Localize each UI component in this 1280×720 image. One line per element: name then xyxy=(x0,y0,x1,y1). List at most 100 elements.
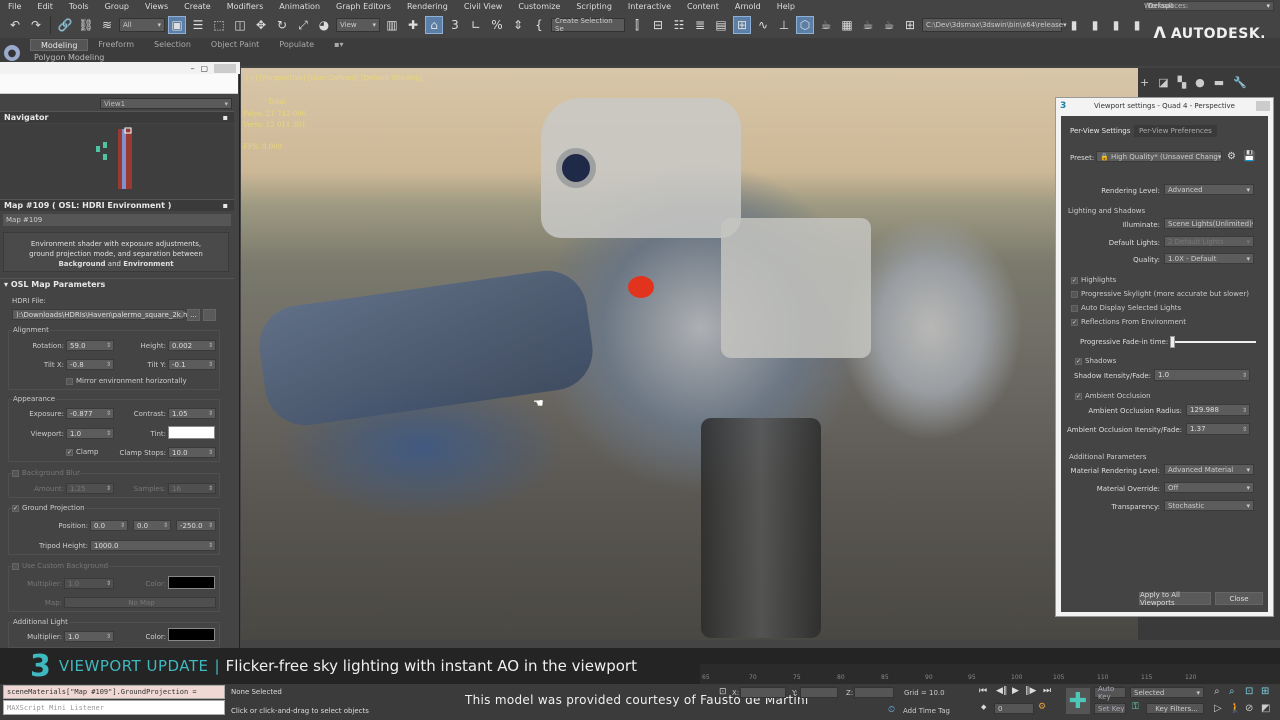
redo-icon[interactable]: ↷ xyxy=(27,16,45,34)
time-config-icon[interactable]: ⚙ xyxy=(1038,702,1046,712)
ribbon-options-icon[interactable]: ▪▾ xyxy=(324,39,353,51)
hierarchy-icon[interactable]: ▚ xyxy=(1178,76,1186,89)
position-z-spinner[interactable]: -250.0 xyxy=(176,520,216,531)
viewport-label-menu[interactable]: [+] [Perspective] [User Defined] [Defaul… xyxy=(246,74,423,82)
selection-set-dropdown[interactable]: Create Selection Se xyxy=(551,17,625,33)
custom-bg-color-swatch[interactable] xyxy=(168,576,215,589)
perspective-viewport[interactable] xyxy=(241,68,1138,640)
zoom-icon[interactable]: ⌕ xyxy=(1214,686,1220,697)
render-grid-icon[interactable]: ⊞ xyxy=(901,16,919,34)
toggle-ribbon-icon[interactable]: ▤ xyxy=(712,16,730,34)
menu-content[interactable]: Content xyxy=(679,2,727,11)
hdri-file-path[interactable]: ):\Downloads\HDRIs\Haven\palermo_square_… xyxy=(12,309,195,320)
position-x-spinner[interactable]: 0.0 xyxy=(90,520,128,531)
height-spinner[interactable]: 0.002 xyxy=(168,340,216,351)
ambient-occlusion-checkbox[interactable]: ✓ Ambient Occlusion xyxy=(1075,392,1151,400)
maximize-viewport-icon[interactable]: ◩ xyxy=(1261,703,1270,714)
material-rendering-dropdown[interactable]: Advanced Material ▾ xyxy=(1164,464,1254,475)
mirror-icon[interactable]: ⫿ xyxy=(628,16,646,34)
collapse-icon[interactable]: ▪ xyxy=(223,113,228,122)
menu-group[interactable]: Group xyxy=(97,2,137,11)
rotation-spinner[interactable]: 59.0 xyxy=(66,340,114,351)
close-icon[interactable] xyxy=(1256,101,1270,111)
background-blur-checkbox[interactable]: Background Blur xyxy=(12,469,81,477)
key-filter-icon[interactable]: ⚿ xyxy=(1132,702,1139,712)
new-key-plus-icon[interactable]: ✚ xyxy=(1066,688,1090,714)
preset-dropdown[interactable]: 🔒 High Quality* (Unsaved Chang ▾ xyxy=(1096,151,1222,162)
dialog-titlebar[interactable]: 3 Viewport settings - Quad 4 - Perspecti… xyxy=(1056,98,1273,114)
menu-civil-view[interactable]: Civil View xyxy=(456,2,511,11)
tripod-height-spinner[interactable]: 1000.0 xyxy=(90,540,216,551)
fade-in-slider-track[interactable] xyxy=(1170,341,1256,343)
ribbon-tab-modeling[interactable]: Modeling xyxy=(30,39,89,51)
maxscript-output-line[interactable]: sceneMaterials["Map #109"].GroundProject… xyxy=(3,685,225,699)
selection-filter-dropdown[interactable]: All ▾ xyxy=(119,18,165,32)
utilities-icon[interactable]: 🔧 xyxy=(1233,76,1247,89)
slate-material-icon[interactable]: ⬡ xyxy=(796,16,814,34)
rotate-icon[interactable]: ↻ xyxy=(273,16,291,34)
default-lights-dropdown[interactable]: 2 Default Lights ▾ xyxy=(1164,236,1254,247)
close-icon[interactable] xyxy=(214,63,236,73)
ribbon-tab-freeform[interactable]: Freeform xyxy=(88,39,144,51)
menu-customize[interactable]: Customize xyxy=(510,2,568,11)
position-y-spinner[interactable]: 0.0 xyxy=(133,520,171,531)
teapot-icon[interactable]: ● xyxy=(4,45,20,61)
navigator-canvas[interactable] xyxy=(0,124,234,199)
key-mode-dropdown[interactable]: Selected ▾ xyxy=(1130,687,1204,698)
add-time-tag-button[interactable]: Add Time Tag xyxy=(903,707,950,715)
ribbon-subpanel-label[interactable]: Polygon Modeling xyxy=(34,53,104,62)
menu-edit[interactable]: Edit xyxy=(29,2,61,11)
tab-per-view-settings[interactable]: Per-View Settings xyxy=(1065,125,1136,137)
scene-explorer-icon[interactable]: ☷ xyxy=(670,16,688,34)
blur-amount-spinner[interactable]: 1.25 xyxy=(66,483,114,494)
window-crossing-icon[interactable]: ◫ xyxy=(231,16,249,34)
blur-samples-spinner[interactable]: 16 xyxy=(168,483,216,494)
auto-key-button[interactable]: Auto Key xyxy=(1094,685,1126,701)
zoom-extents-icon[interactable]: ⊡ xyxy=(1245,686,1253,697)
ribbon-tab-selection[interactable]: Selection xyxy=(144,39,201,51)
menu-interactive[interactable]: Interactive xyxy=(620,2,679,11)
osl-params-header[interactable]: ▾ OSL Map Parameters xyxy=(0,278,234,290)
ref-coord-dropdown[interactable]: View ▾ xyxy=(336,18,380,32)
apply-all-viewports-button[interactable]: Apply to All Viewports xyxy=(1139,591,1211,607)
menu-scripting[interactable]: Scripting xyxy=(568,2,620,11)
hdri-browse-button[interactable]: ... xyxy=(187,309,200,321)
next-frame-icon[interactable]: ‖▶ xyxy=(1025,686,1036,696)
project-settings-icon[interactable]: ▮ xyxy=(1128,16,1146,34)
tilt-x-spinner[interactable]: -0.8 xyxy=(66,359,114,370)
keyboard-shortcut-override-icon[interactable]: ⌂ xyxy=(425,16,443,34)
exposure-spinner[interactable]: -0.877 xyxy=(66,408,114,419)
zoom-extents-all-icon[interactable]: ⊞ xyxy=(1261,686,1269,697)
select-by-name-icon[interactable]: ☰ xyxy=(189,16,207,34)
unlink-icon[interactable]: ⛓ xyxy=(77,16,95,34)
align-icon[interactable]: ⊟ xyxy=(649,16,667,34)
project-open-icon[interactable]: ▮ xyxy=(1086,16,1104,34)
project-folder-icon[interactable]: ▮ xyxy=(1065,16,1083,34)
additional-light-color-swatch[interactable] xyxy=(168,628,215,641)
layer-explorer-icon[interactable]: ≣ xyxy=(691,16,709,34)
play-icon[interactable]: ▶ xyxy=(1012,686,1019,696)
pivot-icon[interactable]: ▥ xyxy=(383,16,401,34)
tab-per-view-preferences[interactable]: Per-View Preferences xyxy=(1134,125,1217,137)
hdri-clear-button[interactable] xyxy=(203,309,216,321)
map-header[interactable]: Map #109 ( OSL: HDRI Environment ) ▪ xyxy=(0,199,234,211)
ground-projection-checkbox[interactable]: ✓ Ground Projection xyxy=(12,504,85,512)
percent-snap-icon[interactable]: % xyxy=(488,16,506,34)
menu-modifiers[interactable]: Modifiers xyxy=(219,2,272,11)
current-frame-spinner[interactable]: 0 xyxy=(994,703,1034,714)
move-icon[interactable]: ✥ xyxy=(252,16,270,34)
map-name-field[interactable]: Map #109 xyxy=(3,214,231,226)
maxscript-listener-input[interactable]: MAXScript Mini Listener xyxy=(3,700,225,715)
collapse-icon[interactable]: ▪ xyxy=(223,201,228,210)
absolute-mode-icon[interactable]: ⊡ xyxy=(719,687,727,697)
menu-rendering[interactable]: Rendering xyxy=(399,2,456,11)
x-coord-field[interactable] xyxy=(740,687,786,698)
ao-intensity-spinner[interactable]: 1.37 xyxy=(1186,423,1250,435)
render-setup-icon[interactable]: ☕ xyxy=(817,16,835,34)
transparency-dropdown[interactable]: Stochastic ▾ xyxy=(1164,500,1254,511)
set-key-button[interactable]: Set Key xyxy=(1094,703,1126,714)
create-icon[interactable]: + xyxy=(1140,76,1149,89)
angle-snap-icon[interactable]: ∟ xyxy=(467,16,485,34)
edit-named-selection-icon[interactable]: { xyxy=(530,16,548,34)
project-create-icon[interactable]: ▮ xyxy=(1107,16,1125,34)
